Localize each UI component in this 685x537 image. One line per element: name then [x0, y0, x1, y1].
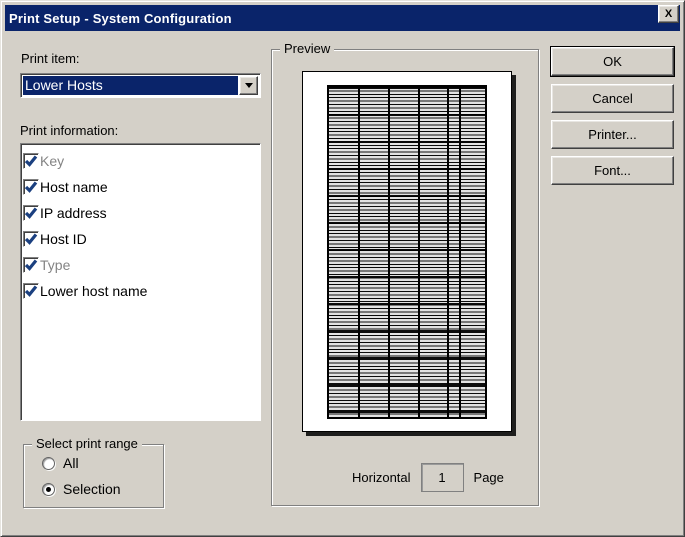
- list-item-host-name[interactable]: Host name: [23, 174, 258, 200]
- cancel-button[interactable]: Cancel: [551, 84, 674, 113]
- title-bar: Print Setup - System Configuration: [5, 5, 680, 31]
- list-item-label: Host name: [40, 179, 108, 195]
- checkbox-checked-icon[interactable]: [23, 257, 39, 273]
- checkbox-checked-icon[interactable]: [23, 205, 39, 221]
- list-item-label: IP address: [40, 205, 107, 221]
- preview-group: Preview Horizontal 1 Page: [271, 49, 539, 506]
- list-item-host-id[interactable]: Host ID: [23, 226, 258, 252]
- print-item-selected-value: Lower Hosts: [23, 76, 238, 95]
- radio-label: Selection: [63, 481, 121, 497]
- print-range-group: Select print range All Selection: [23, 444, 164, 508]
- list-item-key[interactable]: Key: [23, 148, 258, 174]
- list-item-type[interactable]: Type: [23, 252, 258, 278]
- print-item-label: Print item:: [21, 51, 80, 66]
- preview-page: [302, 71, 512, 432]
- radio-label: All: [63, 455, 79, 471]
- close-button[interactable]: X: [658, 5, 679, 23]
- radio-option-selection[interactable]: Selection: [42, 482, 121, 496]
- checkbox-checked-icon[interactable]: [23, 179, 39, 195]
- checkbox-checked-icon[interactable]: [23, 283, 39, 299]
- screen: Print Setup - System Configuration X Pri…: [0, 0, 685, 537]
- close-icon: X: [665, 8, 672, 20]
- printer-button[interactable]: Printer...: [551, 120, 674, 149]
- list-item-ip-address[interactable]: IP address: [23, 200, 258, 226]
- radio-option-all[interactable]: All: [42, 456, 79, 470]
- radio-selected-icon[interactable]: [42, 483, 55, 496]
- horizontal-page-count-field[interactable]: 1: [421, 463, 464, 492]
- combobox-dropdown-button[interactable]: [239, 76, 258, 95]
- preview-table-grid: [327, 85, 487, 419]
- chevron-down-icon: [245, 83, 253, 88]
- preview-group-label: Preview: [280, 41, 334, 57]
- list-item-label: Key: [40, 153, 64, 169]
- ok-button[interactable]: OK: [551, 47, 674, 76]
- radio-unselected-icon[interactable]: [42, 457, 55, 470]
- font-button[interactable]: Font...: [551, 156, 674, 185]
- print-setup-dialog: Print Setup - System Configuration X Pri…: [0, 0, 685, 537]
- print-item-combobox[interactable]: Lower Hosts: [20, 73, 261, 98]
- print-range-group-label: Select print range: [32, 436, 142, 452]
- list-item-lower-host-name[interactable]: Lower host name: [23, 278, 258, 304]
- checkbox-checked-icon[interactable]: [23, 231, 39, 247]
- dialog-title: Print Setup - System Configuration: [9, 11, 232, 26]
- print-information-label: Print information:: [20, 123, 118, 138]
- checkbox-checked-icon[interactable]: [23, 153, 39, 169]
- horizontal-label: Horizontal: [352, 470, 411, 485]
- page-label: Page: [474, 470, 504, 485]
- list-item-label: Lower host name: [40, 283, 147, 299]
- list-item-label: Host ID: [40, 231, 87, 247]
- list-item-label: Type: [40, 257, 70, 273]
- page-count-row: Horizontal 1 Page: [352, 463, 504, 492]
- print-information-listbox[interactable]: Key Host name IP address Host ID: [20, 143, 261, 421]
